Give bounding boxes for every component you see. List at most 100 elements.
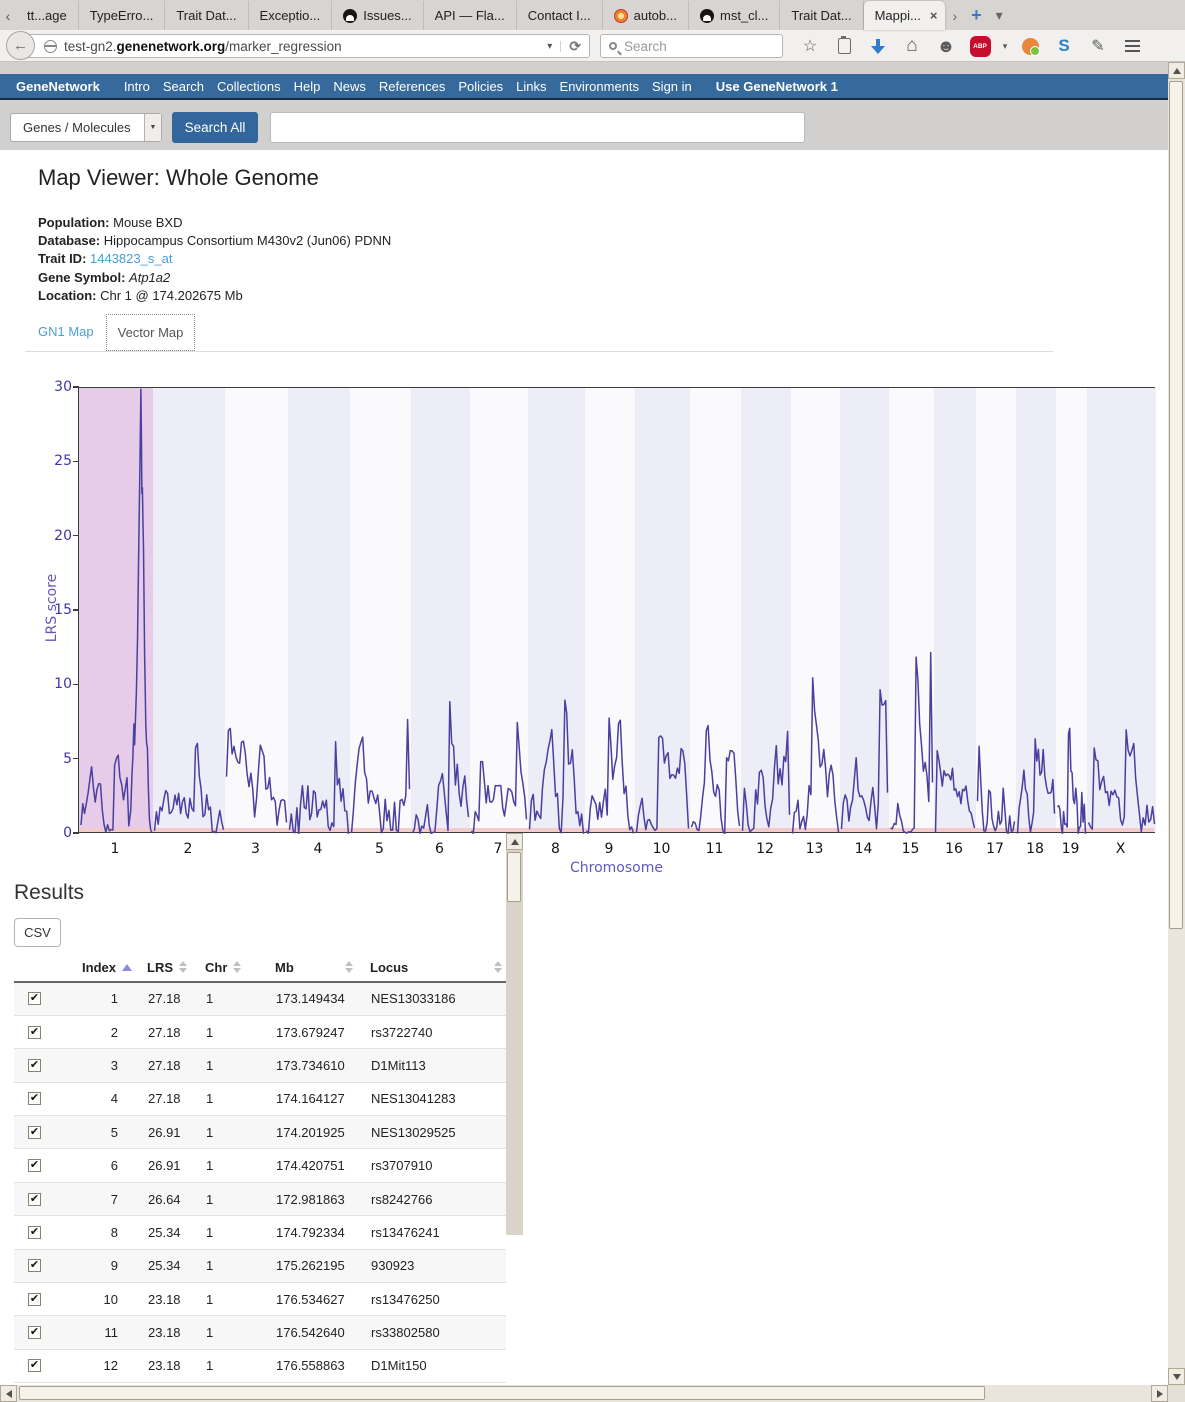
- browser-tab[interactable]: tt...age: [16, 1, 79, 30]
- sort-icon[interactable]: [494, 961, 502, 973]
- tab-close-icon[interactable]: ×: [930, 8, 938, 23]
- column-header-index[interactable]: Index: [54, 953, 134, 982]
- url-bar[interactable]: test-gn2.genenetwork.org/marker_regressi…: [21, 34, 590, 58]
- browser-tab[interactable]: autob...: [603, 1, 689, 30]
- meta-line: Trait ID: 1443823_s_at: [38, 250, 391, 268]
- nav-item-intro[interactable]: Intro: [124, 79, 150, 94]
- browser-tab[interactable]: Trait Dat...: [165, 1, 248, 30]
- tab-scroll-right-icon[interactable]: ›: [945, 1, 964, 30]
- nav-item-environments[interactable]: Environments: [560, 79, 639, 94]
- adblock-caret-icon[interactable]: ▾: [997, 30, 1013, 62]
- sort-ascending-icon[interactable]: [122, 964, 132, 971]
- page-vertical-scrollbar[interactable]: [1168, 62, 1185, 1385]
- search-all-button[interactable]: Search All: [172, 112, 258, 143]
- column-header-locus[interactable]: Locus: [357, 953, 506, 982]
- sort-icon[interactable]: [179, 961, 187, 973]
- row-checkbox[interactable]: ✔: [28, 1226, 41, 1239]
- x-tick-label: 12: [745, 841, 785, 857]
- bookmark-star-icon[interactable]: ☆: [793, 30, 827, 62]
- brand-logo[interactable]: GeneNetwork: [16, 79, 100, 94]
- row-checkbox[interactable]: ✔: [28, 1026, 41, 1039]
- tab-scroll-left-icon[interactable]: ‹: [0, 1, 16, 30]
- github-icon: [343, 9, 357, 23]
- nav-item-policies[interactable]: Policies: [458, 79, 503, 94]
- scrollbar-corner: [1168, 1385, 1185, 1402]
- reload-icon[interactable]: ⟳: [561, 38, 589, 55]
- page-horizontal-scrollbar[interactable]: [0, 1385, 1168, 1402]
- horizontal-scroll-thumb[interactable]: [19, 1386, 985, 1400]
- home-icon[interactable]: ⌂: [895, 30, 929, 62]
- new-tab-button[interactable]: +: [964, 1, 989, 30]
- column-header-mb[interactable]: Mb: [262, 953, 357, 982]
- scroll-right-icon[interactable]: [1151, 1385, 1168, 1402]
- table-row: ✔726.641172.981863rs8242766: [14, 1182, 506, 1215]
- nav-item-news[interactable]: News: [333, 79, 366, 94]
- row-checkbox[interactable]: ✔: [28, 1092, 41, 1105]
- browser-tab-active[interactable]: Mappi...×: [864, 1, 946, 30]
- row-checkbox[interactable]: ✔: [28, 1059, 41, 1072]
- table-scrollbar[interactable]: [506, 833, 523, 1235]
- vertical-scroll-thumb[interactable]: [1169, 81, 1183, 929]
- browser-tab[interactable]: API — Fla...: [424, 1, 517, 30]
- back-button[interactable]: ←: [6, 31, 35, 60]
- x-tick-label: X: [1101, 841, 1141, 857]
- plot-area[interactable]: [78, 387, 1155, 833]
- chat-icon[interactable]: ☻: [929, 30, 963, 62]
- cell-lrs: 23.18: [134, 1316, 192, 1349]
- compose-icon[interactable]: ✎: [1081, 30, 1115, 62]
- csv-export-button[interactable]: CSV: [14, 918, 61, 947]
- nav-item-help[interactable]: Help: [294, 79, 321, 94]
- x-tick-label: 18: [1015, 841, 1055, 857]
- reading-list-icon[interactable]: [827, 30, 861, 62]
- scroll-left-icon[interactable]: [0, 1385, 17, 1402]
- cell-lrs: 23.18: [134, 1349, 192, 1382]
- browser-search-box[interactable]: Search: [600, 34, 783, 58]
- browser-tab[interactable]: Trait Dat...: [780, 1, 863, 30]
- menu-icon[interactable]: [1115, 30, 1149, 62]
- chevron-down-icon[interactable]: ▼: [144, 114, 161, 141]
- row-checkbox[interactable]: ✔: [28, 1359, 41, 1372]
- browser-tab[interactable]: mst_cl...: [689, 1, 780, 30]
- sort-icon[interactable]: [233, 961, 241, 973]
- meta-label: Database:: [38, 233, 104, 248]
- nav-item-search[interactable]: Search: [163, 79, 204, 94]
- row-checkbox[interactable]: ✔: [28, 1126, 41, 1139]
- table-scroll-thumb[interactable]: [507, 852, 521, 902]
- browser-tab[interactable]: Contact I...: [517, 1, 603, 30]
- tab-vector-map[interactable]: Vector Map: [106, 314, 195, 351]
- nav-item-links[interactable]: Links: [516, 79, 546, 94]
- tab-title: Contact I...: [528, 8, 591, 23]
- y-tick-label: 25: [28, 453, 72, 469]
- sort-icon[interactable]: [345, 961, 353, 973]
- row-checkbox[interactable]: ✔: [28, 1159, 41, 1172]
- skype-icon[interactable]: S: [1047, 30, 1081, 62]
- global-search-input[interactable]: [270, 112, 805, 143]
- nav-item-collections[interactable]: Collections: [217, 79, 281, 94]
- row-checkbox[interactable]: ✔: [28, 1193, 41, 1206]
- scroll-down-icon[interactable]: [1168, 1368, 1185, 1385]
- scroll-up-icon[interactable]: [1168, 62, 1185, 79]
- downloads-icon[interactable]: [861, 30, 895, 62]
- search-category-select[interactable]: Genes / Molecules ▼: [10, 113, 162, 142]
- row-checkbox[interactable]: ✔: [28, 1259, 41, 1272]
- results-table: IndexLRSChrMbLocus ✔127.181173.149434NES…: [14, 953, 506, 1383]
- browser-tab[interactable]: TypeErro...: [79, 1, 166, 30]
- cell-mb: 176.542640: [262, 1316, 357, 1349]
- row-checkbox[interactable]: ✔: [28, 992, 41, 1005]
- url-dropdown-caret-icon[interactable]: ▾: [539, 41, 561, 52]
- browser-tab[interactable]: Exceptio...: [249, 1, 333, 30]
- tab-list-caret-icon[interactable]: ▾: [989, 1, 1010, 30]
- column-header-lrs[interactable]: LRS: [134, 953, 192, 982]
- row-checkbox[interactable]: ✔: [28, 1326, 41, 1339]
- browser-tab[interactable]: Issues...: [332, 1, 423, 30]
- extension-orange-icon[interactable]: [1013, 30, 1047, 62]
- nav-item-references[interactable]: References: [379, 79, 445, 94]
- use-genenetwork1-link[interactable]: Use GeneNetwork 1: [716, 79, 838, 94]
- meta-value[interactable]: 1443823_s_at: [90, 251, 172, 266]
- nav-item-sign-in[interactable]: Sign in: [652, 79, 692, 94]
- table-scroll-up-icon[interactable]: [506, 833, 523, 850]
- column-header-chr[interactable]: Chr: [192, 953, 262, 982]
- row-checkbox[interactable]: ✔: [28, 1293, 41, 1306]
- tab-gn1-map[interactable]: GN1 Map: [38, 324, 94, 339]
- adblock-plus-icon[interactable]: ABP: [963, 30, 997, 62]
